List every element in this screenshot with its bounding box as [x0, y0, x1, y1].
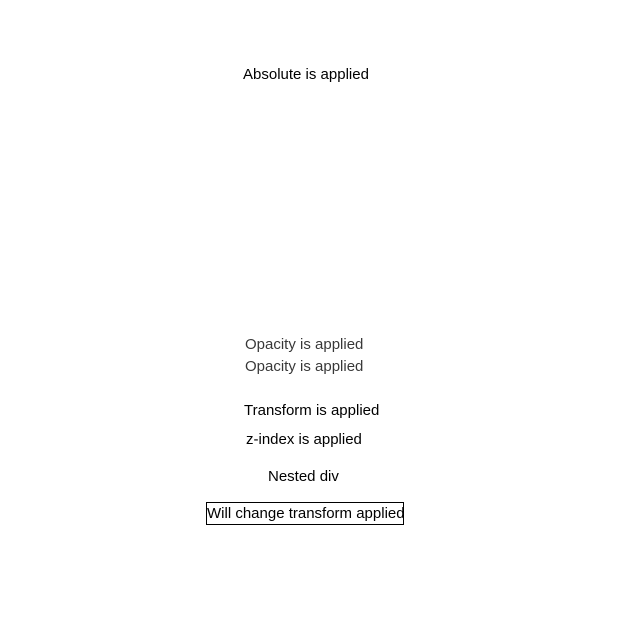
- opacity-label-2: Opacity is applied: [245, 358, 364, 375]
- absolute-label: Absolute is applied: [243, 66, 369, 83]
- will-change-transform-box: Will change transform applied: [206, 502, 404, 525]
- transform-label: Transform is applied: [244, 402, 380, 419]
- z-index-label: z-index is applied: [246, 431, 362, 448]
- nested-div-label: Nested div: [268, 468, 339, 485]
- opacity-label-1: Opacity is applied: [245, 336, 364, 353]
